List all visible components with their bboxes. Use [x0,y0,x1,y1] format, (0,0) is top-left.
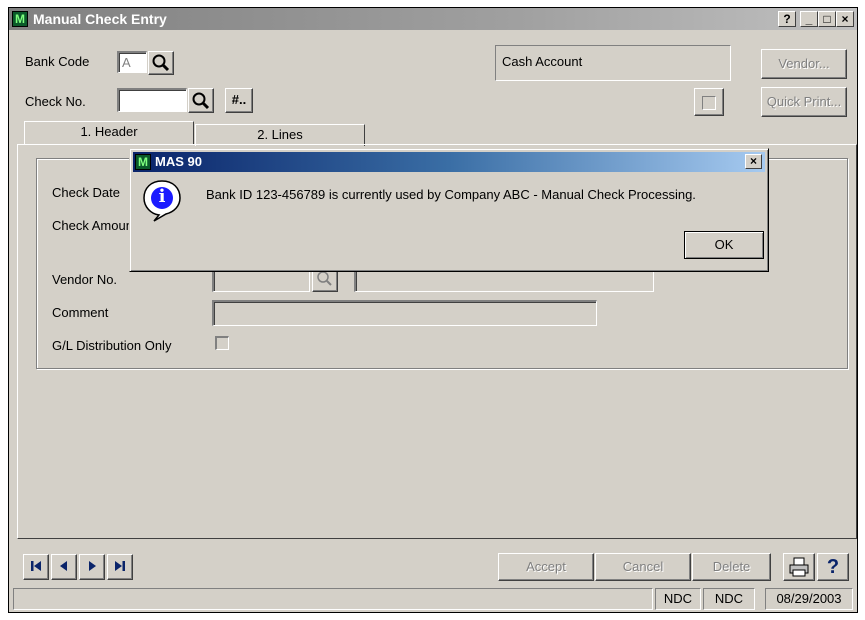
tab-header[interactable]: 1. Header [24,121,194,145]
info-glyph: i [158,186,166,207]
dialog-message: Bank ID 123-456789 is currently used by … [206,187,696,202]
next-check-number-button[interactable]: #.. [225,88,253,113]
check-no-label: Check No. [25,94,86,109]
delete-button[interactable]: Delete [692,553,771,581]
previous-record-button[interactable] [51,554,77,580]
help-button[interactable]: ? [817,553,849,581]
status-date: 08/29/2003 [765,588,853,610]
bank-code-lookup-button[interactable] [148,51,174,75]
check-date-label: Check Date [52,185,120,200]
dialog-title: MAS 90 [155,154,202,169]
check-amount-label: Check Amount [52,218,137,233]
comment-field[interactable] [212,300,597,326]
last-record-icon [115,561,125,571]
comment-label: Comment [52,305,109,320]
maximize-button[interactable]: □ [818,11,836,27]
dialog-title-bar[interactable]: M MAS 90 × [133,152,765,172]
magnifier-icon [192,92,210,110]
gl-distribution-checkbox[interactable] [215,336,229,350]
cash-account-checkbox[interactable] [694,88,724,116]
dialog-close-button[interactable]: × [745,154,762,169]
next-record-button[interactable] [79,554,105,580]
title-bar[interactable]: M Manual Check Entry ? _ □ × [9,8,857,30]
vendor-no-label: Vendor No. [52,272,118,287]
tab-lines[interactable]: 2. Lines [195,124,365,146]
mas90-app-icon: M [12,11,28,27]
accept-button[interactable]: Accept [498,553,594,581]
status-cell-ndc-2: NDC [703,588,755,610]
ok-button[interactable]: OK [684,231,764,259]
magnifier-icon [317,271,332,286]
status-message [13,588,653,610]
last-record-button[interactable] [107,554,133,580]
first-record-icon [31,561,41,571]
mas90-dialog-icon: M [135,154,151,170]
bank-code-label: Bank Code [25,54,90,69]
gl-distribution-label: G/L Distribution Only [52,338,172,353]
close-button[interactable]: × [836,11,854,27]
previous-record-icon [60,561,67,571]
cash-account-display: Cash Account [495,45,731,81]
help-title-button[interactable]: ? [778,11,796,27]
status-cell-ndc-1: NDC [655,588,701,610]
manual-check-entry-window: M Manual Check Entry ? _ □ × Bank Code A… [8,7,858,613]
minimize-button[interactable]: _ [800,11,818,27]
first-record-button[interactable] [23,554,49,580]
information-icon: i [142,179,182,223]
mas90-message-dialog: M MAS 90 × i Bank ID 123-456789 is curre… [129,148,769,272]
quick-print-button[interactable]: Quick Print... [761,87,847,117]
window-title: Manual Check Entry [33,11,167,27]
vendor-button[interactable]: Vendor... [761,49,847,79]
printer-icon [789,557,809,577]
next-record-icon [89,561,96,571]
print-button[interactable] [783,553,815,581]
check-no-field[interactable] [117,88,187,112]
check-no-lookup-button[interactable] [188,88,214,113]
magnifier-icon [152,54,170,72]
bank-code-field[interactable]: A [117,51,147,73]
cancel-button[interactable]: Cancel [595,553,691,581]
